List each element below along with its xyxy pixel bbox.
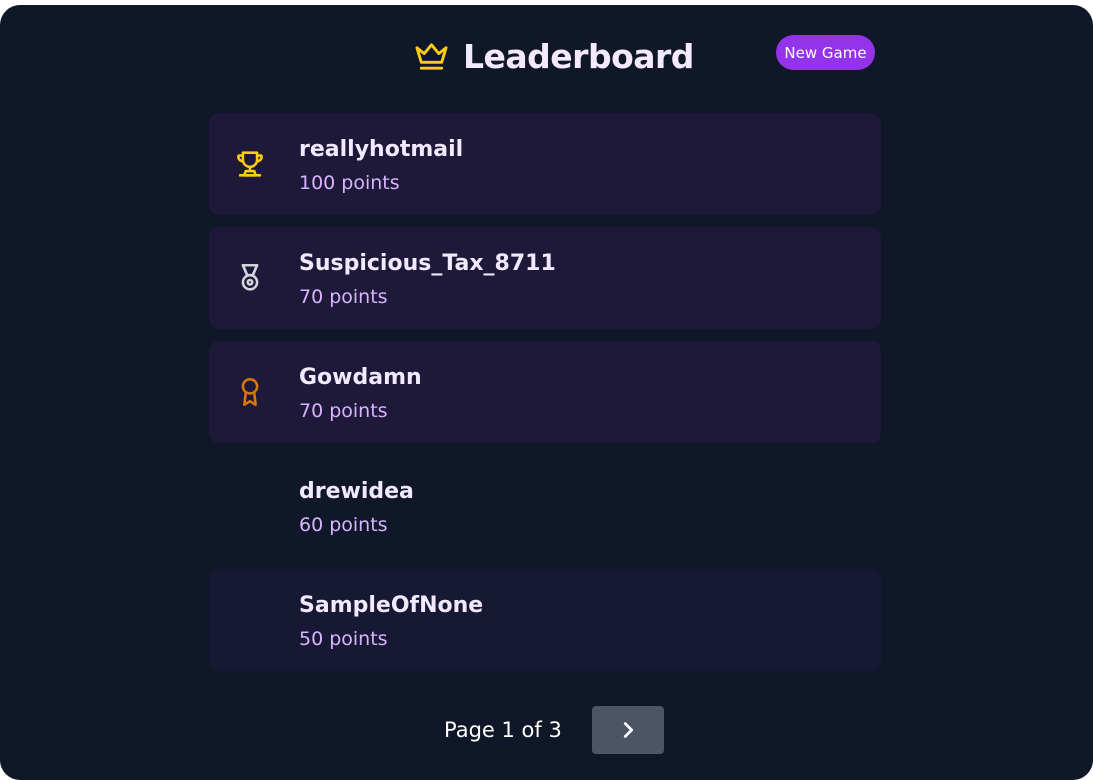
page-indicator: Page 1 of 3 (444, 718, 562, 742)
player-points: 70 points (299, 286, 388, 308)
header: Leaderboard New Game (0, 35, 1093, 85)
leaderboard-panel: Leaderboard New Game reallyhotmail 100 p… (0, 5, 1093, 780)
player-points: 70 points (299, 400, 388, 422)
new-game-button[interactable]: New Game (776, 35, 875, 70)
page-title: Leaderboard (463, 37, 694, 76)
title-group: Leaderboard (414, 37, 694, 76)
trophy-icon (233, 147, 267, 181)
next-page-button[interactable] (592, 706, 664, 754)
crown-icon (414, 39, 449, 74)
pagination: Page 1 of 3 (0, 706, 1093, 754)
chevron-right-icon (592, 719, 664, 741)
award-ribbon-icon (233, 375, 267, 409)
player-points: 100 points (299, 172, 400, 194)
leaderboard-entry: reallyhotmail 100 points (209, 113, 881, 215)
leaderboard-entry: drewidea 60 points (209, 455, 881, 557)
leaderboard-entry: Suspicious_Tax_8711 70 points (209, 227, 881, 329)
leaderboard-list: reallyhotmail 100 points Suspicious_Tax_… (209, 113, 881, 683)
player-name: Suspicious_Tax_8711 (299, 251, 556, 276)
player-points: 50 points (299, 628, 388, 650)
leaderboard-entry: SampleOfNone 50 points (209, 569, 881, 671)
player-name: SampleOfNone (299, 593, 484, 618)
player-name: reallyhotmail (299, 137, 464, 162)
player-name: drewidea (299, 479, 414, 504)
medal-icon (233, 261, 267, 295)
leaderboard-entry: Gowdamn 70 points (209, 341, 881, 443)
player-points: 60 points (299, 514, 388, 536)
player-name: Gowdamn (299, 365, 422, 390)
